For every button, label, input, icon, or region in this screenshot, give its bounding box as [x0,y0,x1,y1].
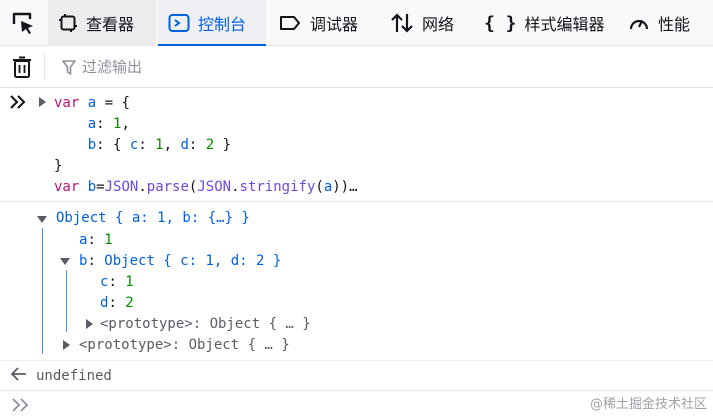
result-value: undefined [36,368,112,384]
network-icon [391,13,413,33]
tree-prop-c-value: 1 [125,274,134,290]
tab-debugger[interactable]: 调试器 [270,0,358,46]
tab-performance-label: 性能 [658,15,691,34]
tree-inner-prototype[interactable]: <prototype>: Object { … } [100,314,311,334]
tab-network[interactable]: 网络 [382,0,454,46]
input-line-2: a: 1, [87,116,130,132]
tab-console-label: 控制台 [198,15,247,34]
input-line-1: var a = { [54,95,130,111]
tree-prop-b[interactable]: b: Object { c: 1, d: 2 } [79,251,281,271]
style-editor-icon: { } [484,12,517,34]
filter-output-input[interactable] [58,54,358,80]
element-picker-icon [12,12,33,34]
input-chevron-icon [10,95,26,109]
devtools-toolbar: 查看器 控制台 调试器 网络 { } 样式编辑器 性能 [0,0,713,46]
tab-network-label: 网络 [422,15,455,34]
tree-prop-d-key: d [100,295,109,311]
tree-prop-a-key: a [79,232,88,248]
message-separator [0,201,713,202]
tab-style-editor-label: 样式编辑器 [524,15,605,34]
watermark-text: @稀土掘金技术社区 [589,397,707,412]
tree-prop-a: a: 1 [79,232,113,248]
input-line-5: var b=JSON.parse(JSON.stringify(a))… [54,179,358,195]
tree-prop-b-key: b [79,253,88,269]
prompt-chevron-icon [12,398,29,412]
tree-prop-c-key: c [100,274,109,290]
debugger-icon [280,16,300,30]
trash-icon[interactable] [12,56,32,78]
tree-prop-b-object: Object { c: 1, d: 2 } [104,253,282,269]
filter-divider [44,54,45,80]
root-expand-twisty[interactable] [37,216,47,223]
outer-prototype-twisty[interactable] [63,340,70,350]
tree-prop-d-value: 2 [125,295,134,311]
tree-guide-root [42,228,43,354]
tab-performance[interactable]: 性能 [620,0,690,46]
tab-debugger-label: 调试器 [310,15,359,34]
return-arrow-icon [10,367,26,381]
tree-root-object[interactable]: Object { a: 1, b: {…} } [56,208,250,228]
input-line-3: b: { c: 1, d: 2 } [87,137,232,153]
console-icon [168,14,190,32]
b-expand-twisty[interactable] [60,258,70,265]
tree-prop-a-value: 1 [104,232,113,248]
input-line-4: } [54,158,63,174]
tab-inspector-label: 查看器 [86,15,135,34]
message-separator [0,390,713,391]
tree-prop-d: d: 2 [100,295,134,311]
expand-input-twisty[interactable] [39,97,46,107]
filter-bar [0,46,713,88]
tab-style-editor[interactable]: { } 样式编辑器 [476,0,605,46]
tree-guide-b [66,270,67,332]
inspector-icon [59,14,77,32]
tab-console[interactable]: 控制台 [158,0,266,46]
element-picker-button[interactable] [0,0,46,46]
performance-icon [629,19,649,30]
tab-inspector[interactable]: 查看器 [48,0,156,46]
tree-outer-prototype[interactable]: <prototype>: Object { … } [79,335,290,355]
inner-prototype-twisty[interactable] [86,319,93,329]
tree-prop-c: c: 1 [100,274,134,290]
message-separator [0,360,713,361]
console-input[interactable] [36,393,536,417]
